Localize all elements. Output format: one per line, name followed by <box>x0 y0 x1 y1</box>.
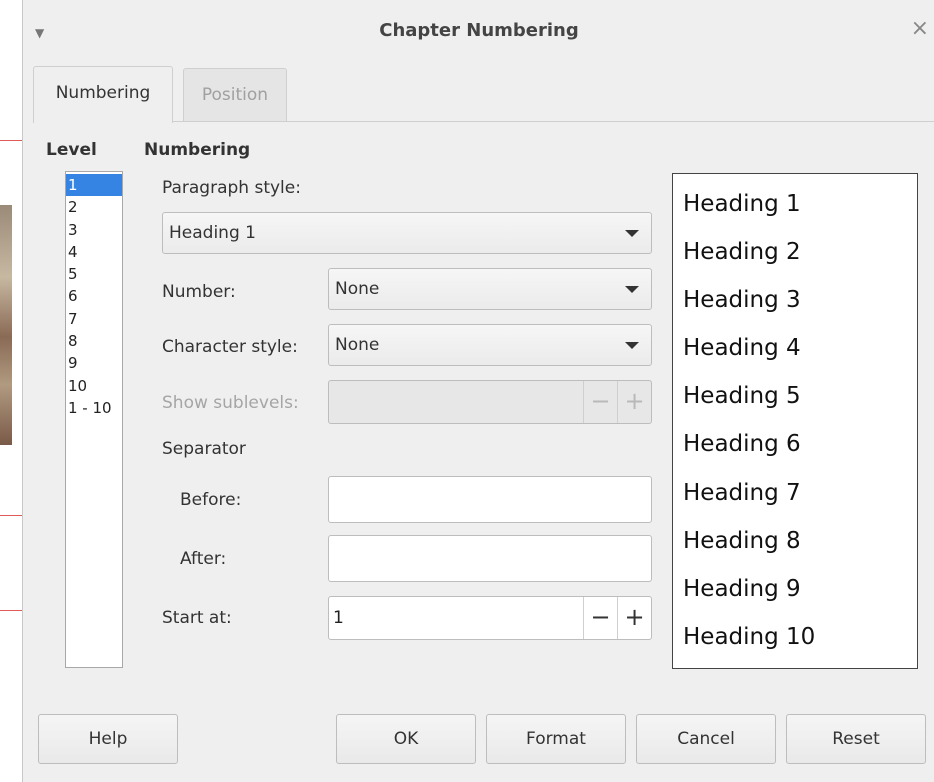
red-guide-line <box>0 140 22 141</box>
start-at-label: Start at: <box>162 608 232 628</box>
preview-item: Heading 9 <box>683 575 801 602</box>
reset-button[interactable]: Reset <box>786 714 926 764</box>
chevron-down-icon <box>625 230 639 237</box>
red-guide-line <box>0 610 22 611</box>
after-input[interactable] <box>328 535 652 582</box>
number-dropdown[interactable]: None <box>328 268 652 310</box>
help-button[interactable]: Help <box>38 714 178 764</box>
close-icon[interactable]: × <box>911 16 929 41</box>
dialog-title: Chapter Numbering <box>379 20 579 41</box>
number-value: None <box>335 279 380 299</box>
preview-item: Heading 5 <box>683 383 801 410</box>
preview-item: Heading 10 <box>683 623 816 650</box>
numbering-preview: Heading 1 Heading 2 Heading 3 Heading 4 … <box>672 173 918 669</box>
cancel-button[interactable]: Cancel <box>636 714 776 764</box>
character-style-value: None <box>335 335 380 355</box>
start-at-spinbox[interactable]: 1 − + <box>328 596 652 640</box>
level-item[interactable]: 6 <box>66 285 122 307</box>
separator-label: Separator <box>162 439 246 459</box>
preview-item: Heading 4 <box>683 335 801 362</box>
chevron-down-icon <box>625 286 639 293</box>
background-document <box>0 0 22 782</box>
character-style-dropdown[interactable]: None <box>328 324 652 366</box>
preview-item: Heading 1 <box>683 191 801 217</box>
show-sublevels-spinbox[interactable]: − + <box>328 380 652 424</box>
paragraph-style-dropdown[interactable]: Heading 1 <box>162 212 652 254</box>
title-bar: ▼ Chapter Numbering × <box>23 0 934 64</box>
minus-icon[interactable]: − <box>583 381 617 423</box>
red-guide-line <box>0 515 22 516</box>
paragraph-style-value: Heading 1 <box>169 223 256 243</box>
preview-item: Heading 2 <box>683 239 801 266</box>
paragraph-style-label: Paragraph style: <box>162 178 301 198</box>
before-input[interactable] <box>328 476 652 523</box>
tab-position[interactable]: Position <box>183 68 287 121</box>
ok-button[interactable]: OK <box>336 714 476 764</box>
preview-item: Heading 3 <box>683 287 801 314</box>
preview-item: Heading 8 <box>683 527 801 554</box>
tab-numbering[interactable]: Numbering <box>33 66 173 123</box>
chevron-down-icon <box>625 342 639 349</box>
after-label: After: <box>180 549 227 569</box>
before-label: Before: <box>180 490 242 510</box>
preview-item: Heading 6 <box>683 431 801 458</box>
plus-icon[interactable]: + <box>617 597 651 639</box>
tab-bar: Numbering Position <box>33 64 934 123</box>
level-item[interactable]: 4 <box>66 241 122 263</box>
background-image <box>0 205 12 445</box>
preview-item: Heading 7 <box>683 479 801 506</box>
level-item[interactable]: 3 <box>66 219 122 241</box>
level-list[interactable]: 1 2 3 4 5 6 7 8 9 10 1 - 10 <box>65 171 123 668</box>
level-item[interactable]: 1 - 10 <box>66 397 122 419</box>
character-style-label: Character style: <box>162 337 298 357</box>
level-item[interactable]: 5 <box>66 263 122 285</box>
show-sublevels-label: Show sublevels: <box>162 393 299 413</box>
format-button[interactable]: Format <box>486 714 626 764</box>
minus-icon[interactable]: − <box>583 597 617 639</box>
level-item[interactable]: 10 <box>66 375 122 397</box>
level-item[interactable]: 8 <box>66 330 122 352</box>
number-label: Number: <box>162 282 236 302</box>
start-at-value: 1 <box>333 608 344 628</box>
level-heading: Level <box>46 140 97 160</box>
plus-icon[interactable]: + <box>617 381 651 423</box>
level-item[interactable]: 9 <box>66 352 122 374</box>
chapter-numbering-dialog: ▼ Chapter Numbering × Numbering Position… <box>22 0 934 782</box>
level-item[interactable]: 7 <box>66 308 122 330</box>
level-item[interactable]: 1 <box>66 174 122 197</box>
numbering-heading: Numbering <box>144 140 251 160</box>
level-item[interactable]: 2 <box>66 196 122 218</box>
